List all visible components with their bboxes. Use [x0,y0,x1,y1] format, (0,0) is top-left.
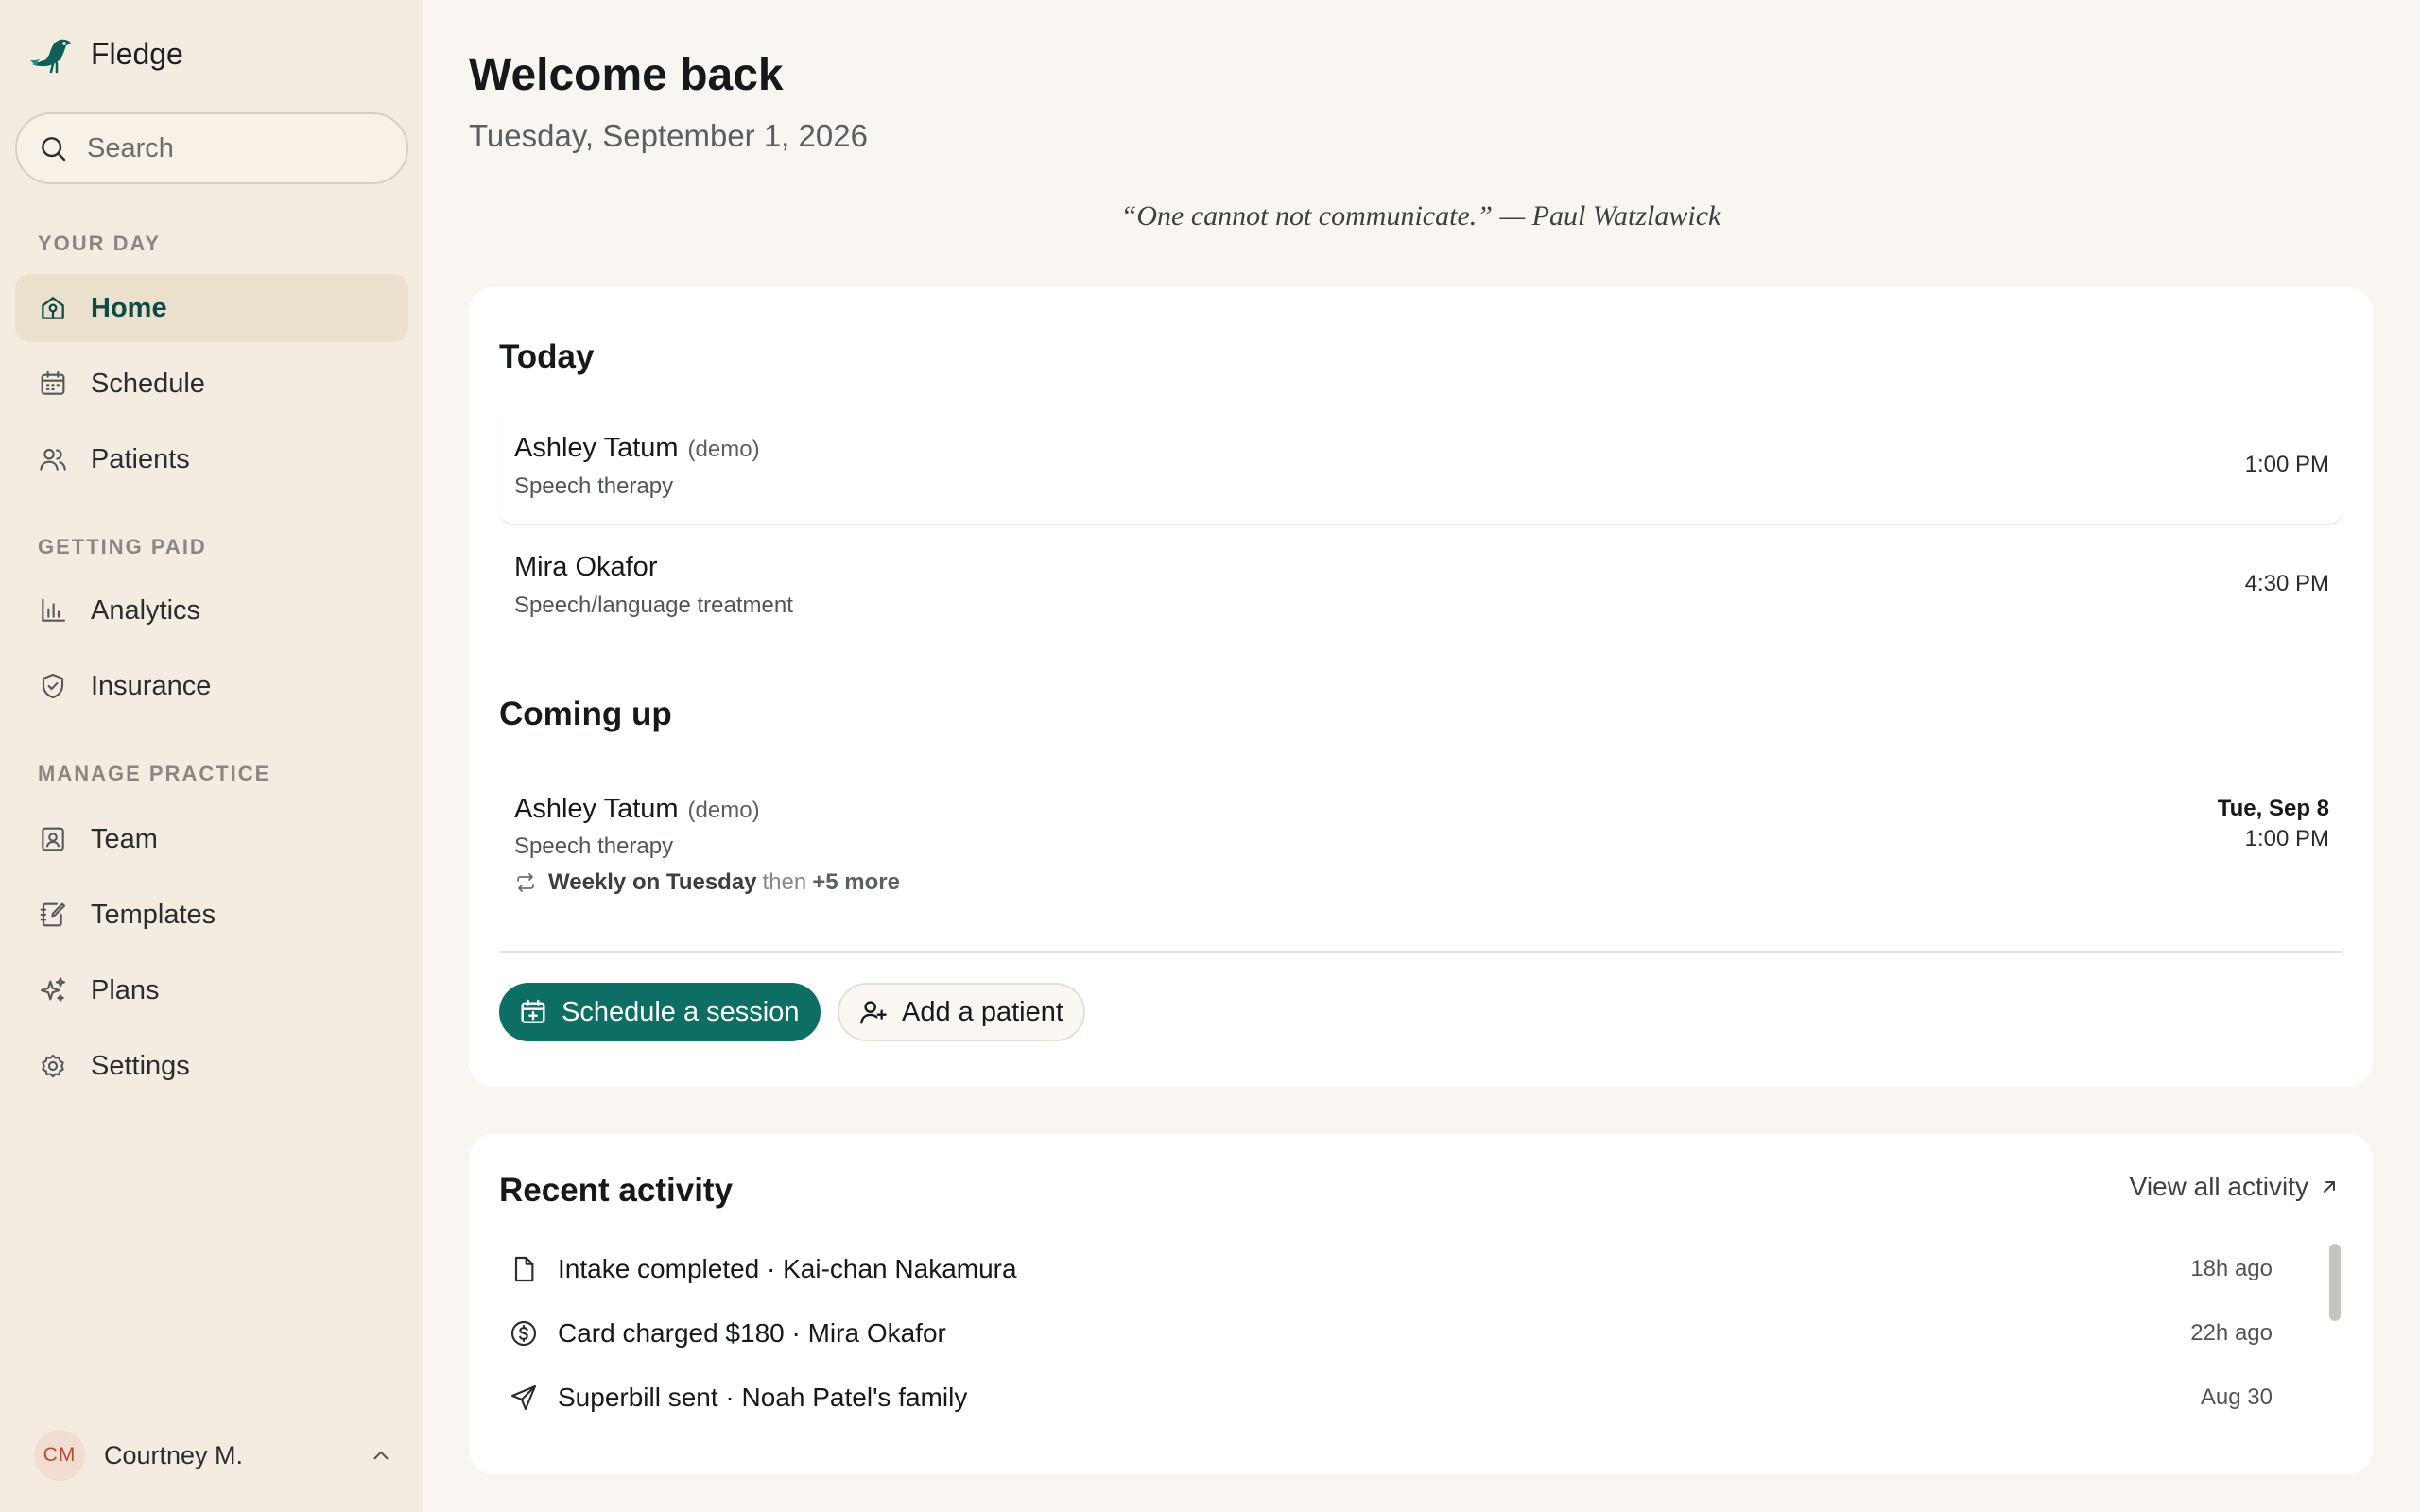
appointment-row[interactable]: Ashley Tatum (demo) Speech therapy 1:00 P… [499,412,2342,525]
sidebar-item-settings[interactable]: Settings [15,1032,408,1100]
add-patient-label: Add a patient [902,996,1063,1027]
calendar-plus-icon [521,999,545,1023]
dollar-circle-icon [510,1320,537,1347]
chevron-up-icon[interactable] [369,1443,393,1468]
appointment-type: Speech/language treatment [514,593,793,618]
sidebar-item-label: Home [91,292,167,323]
sidebar-item-templates[interactable]: Templates [15,881,408,949]
appointment-date: Tue, Sep 8 [2217,796,2329,821]
demo-tag: (demo) [687,437,760,462]
sidebar-item-label: Patients [91,443,190,474]
sidebar-item-analytics[interactable]: Analytics [15,576,408,644]
search-icon [42,137,66,162]
notebook-edit-icon [40,902,66,927]
brand[interactable]: Fledge [28,32,183,76]
send-icon [510,1384,537,1411]
section-label-manage-practice: MANAGE PRACTICE [38,762,271,785]
appointment-type: Speech therapy [514,833,674,859]
arrow-up-right-icon [2324,1181,2335,1193]
add-patient-button[interactable]: Add a patient [838,983,1085,1041]
patient-name: Mira Okafor [514,552,658,582]
sidebar-item-schedule[interactable]: Schedule [15,350,408,418]
section-label-your-day: YOUR DAY [38,232,162,255]
activity-time: Aug 30 [2200,1384,2273,1410]
section-label-getting-paid: GETTING PAID [38,535,207,558]
daily-quote: “One cannot not communicate.” — Paul Wat… [1120,200,1721,232]
sidebar-item-label: Templates [91,899,216,930]
sidebar-item-patients[interactable]: Patients [15,425,408,493]
sidebar-item-label: Team [91,823,158,854]
user-plus-icon [860,1001,887,1024]
search-input[interactable] [87,132,389,164]
activity-text: Intake completed · Kai-chan Nakamura [558,1254,1017,1283]
avatar: CM [34,1430,85,1481]
user-name: Courtney M. [104,1440,244,1469]
activity-item[interactable]: Card charged $180 · Mira Okafor 22h ago [509,1305,2305,1362]
gear-icon [42,1054,64,1078]
recent-activity-card: Recent activity View all activity Intake… [469,1134,2373,1474]
sidebar-item-home[interactable]: Home [15,274,408,342]
activity-scrollbar[interactable] [2329,1244,2341,1321]
activity-time: 18h ago [2190,1256,2273,1281]
coming-up-heading: Coming up [499,696,672,732]
users-icon [40,448,66,471]
page-title: Welcome back [469,50,784,100]
page-date: Tuesday, September 1, 2026 [469,118,868,153]
sidebar: Fledge YOUR DAY Home Schedule Patients G… [0,0,423,1512]
recurrence-then: then [762,869,807,895]
sidebar-item-label: Insurance [91,670,212,701]
appointment-row[interactable]: Mira Okafor Speech/language treatment 4:… [499,531,2342,644]
repeat-icon [517,873,534,892]
appointment-name-line: Mira Okafor [514,552,657,583]
activity-text: Superbill sent · Noah Patel's family [558,1383,968,1412]
divider [499,951,2342,953]
sidebar-item-insurance[interactable]: Insurance [15,652,408,720]
app-name: Fledge [91,36,183,71]
sidebar-item-label: Schedule [91,368,205,399]
view-all-activity-link[interactable]: View all activity [2130,1172,2341,1202]
activity-item[interactable]: Superbill sent · Noah Patel's family Aug… [509,1369,2305,1426]
calendar-icon [41,370,65,395]
activity-item[interactable]: Intake completed · Kai-chan Nakamura 18h… [509,1241,2305,1297]
fledge-bird-logo-icon [30,39,72,74]
sidebar-item-team[interactable]: Team [15,805,408,873]
activity-time: 22h ago [2190,1320,2273,1346]
activity-text: Card charged $180 · Mira Okafor [558,1318,946,1348]
user-menu[interactable]: CM Courtney M. [34,1427,393,1484]
patient-name: Ashley Tatum [514,794,679,824]
recent-activity-heading: Recent activity [499,1172,734,1209]
recurrence-rule: Weekly on Tuesday [548,869,757,895]
bar-chart-icon [42,598,66,622]
appointment-name-line: Ashley Tatum (demo) [514,433,760,464]
upcoming-appointment-row[interactable]: Ashley Tatum (demo) Speech therapy Weekly… [499,779,2342,920]
sidebar-item-label: Analytics [91,594,201,626]
shield-check-icon [42,673,64,699]
appointment-type: Speech therapy [514,473,674,499]
today-heading: Today [499,338,595,375]
search-box[interactable] [15,112,408,184]
schedule-session-label: Schedule a session [562,996,800,1027]
patient-name: Ashley Tatum [514,433,679,463]
recurrence-more: +5 more [812,869,900,895]
recurrence-info: Weekly on Tuesday then +5 more [514,869,900,896]
appointment-time: 4:30 PM [2244,571,2329,596]
sidebar-item-label: Plans [91,974,160,1005]
schedule-session-button[interactable]: Schedule a session [499,983,821,1041]
view-all-label: View all activity [2129,1172,2308,1201]
schedule-card: Today Ashley Tatum (demo) Speech therapy … [469,287,2373,1087]
appointment-time: 1:00 PM [2244,452,2329,477]
demo-tag: (demo) [687,798,760,823]
id-badge-icon [42,827,64,851]
document-icon [514,1256,534,1282]
appointment-name-line: Ashley Tatum (demo) [514,794,760,825]
sidebar-item-plans[interactable]: Plans [15,956,408,1024]
appointment-time: 1:00 PM [2244,826,2329,851]
home-icon [42,297,64,319]
sparkles-icon [40,977,66,1002]
sidebar-item-label: Settings [91,1050,190,1081]
